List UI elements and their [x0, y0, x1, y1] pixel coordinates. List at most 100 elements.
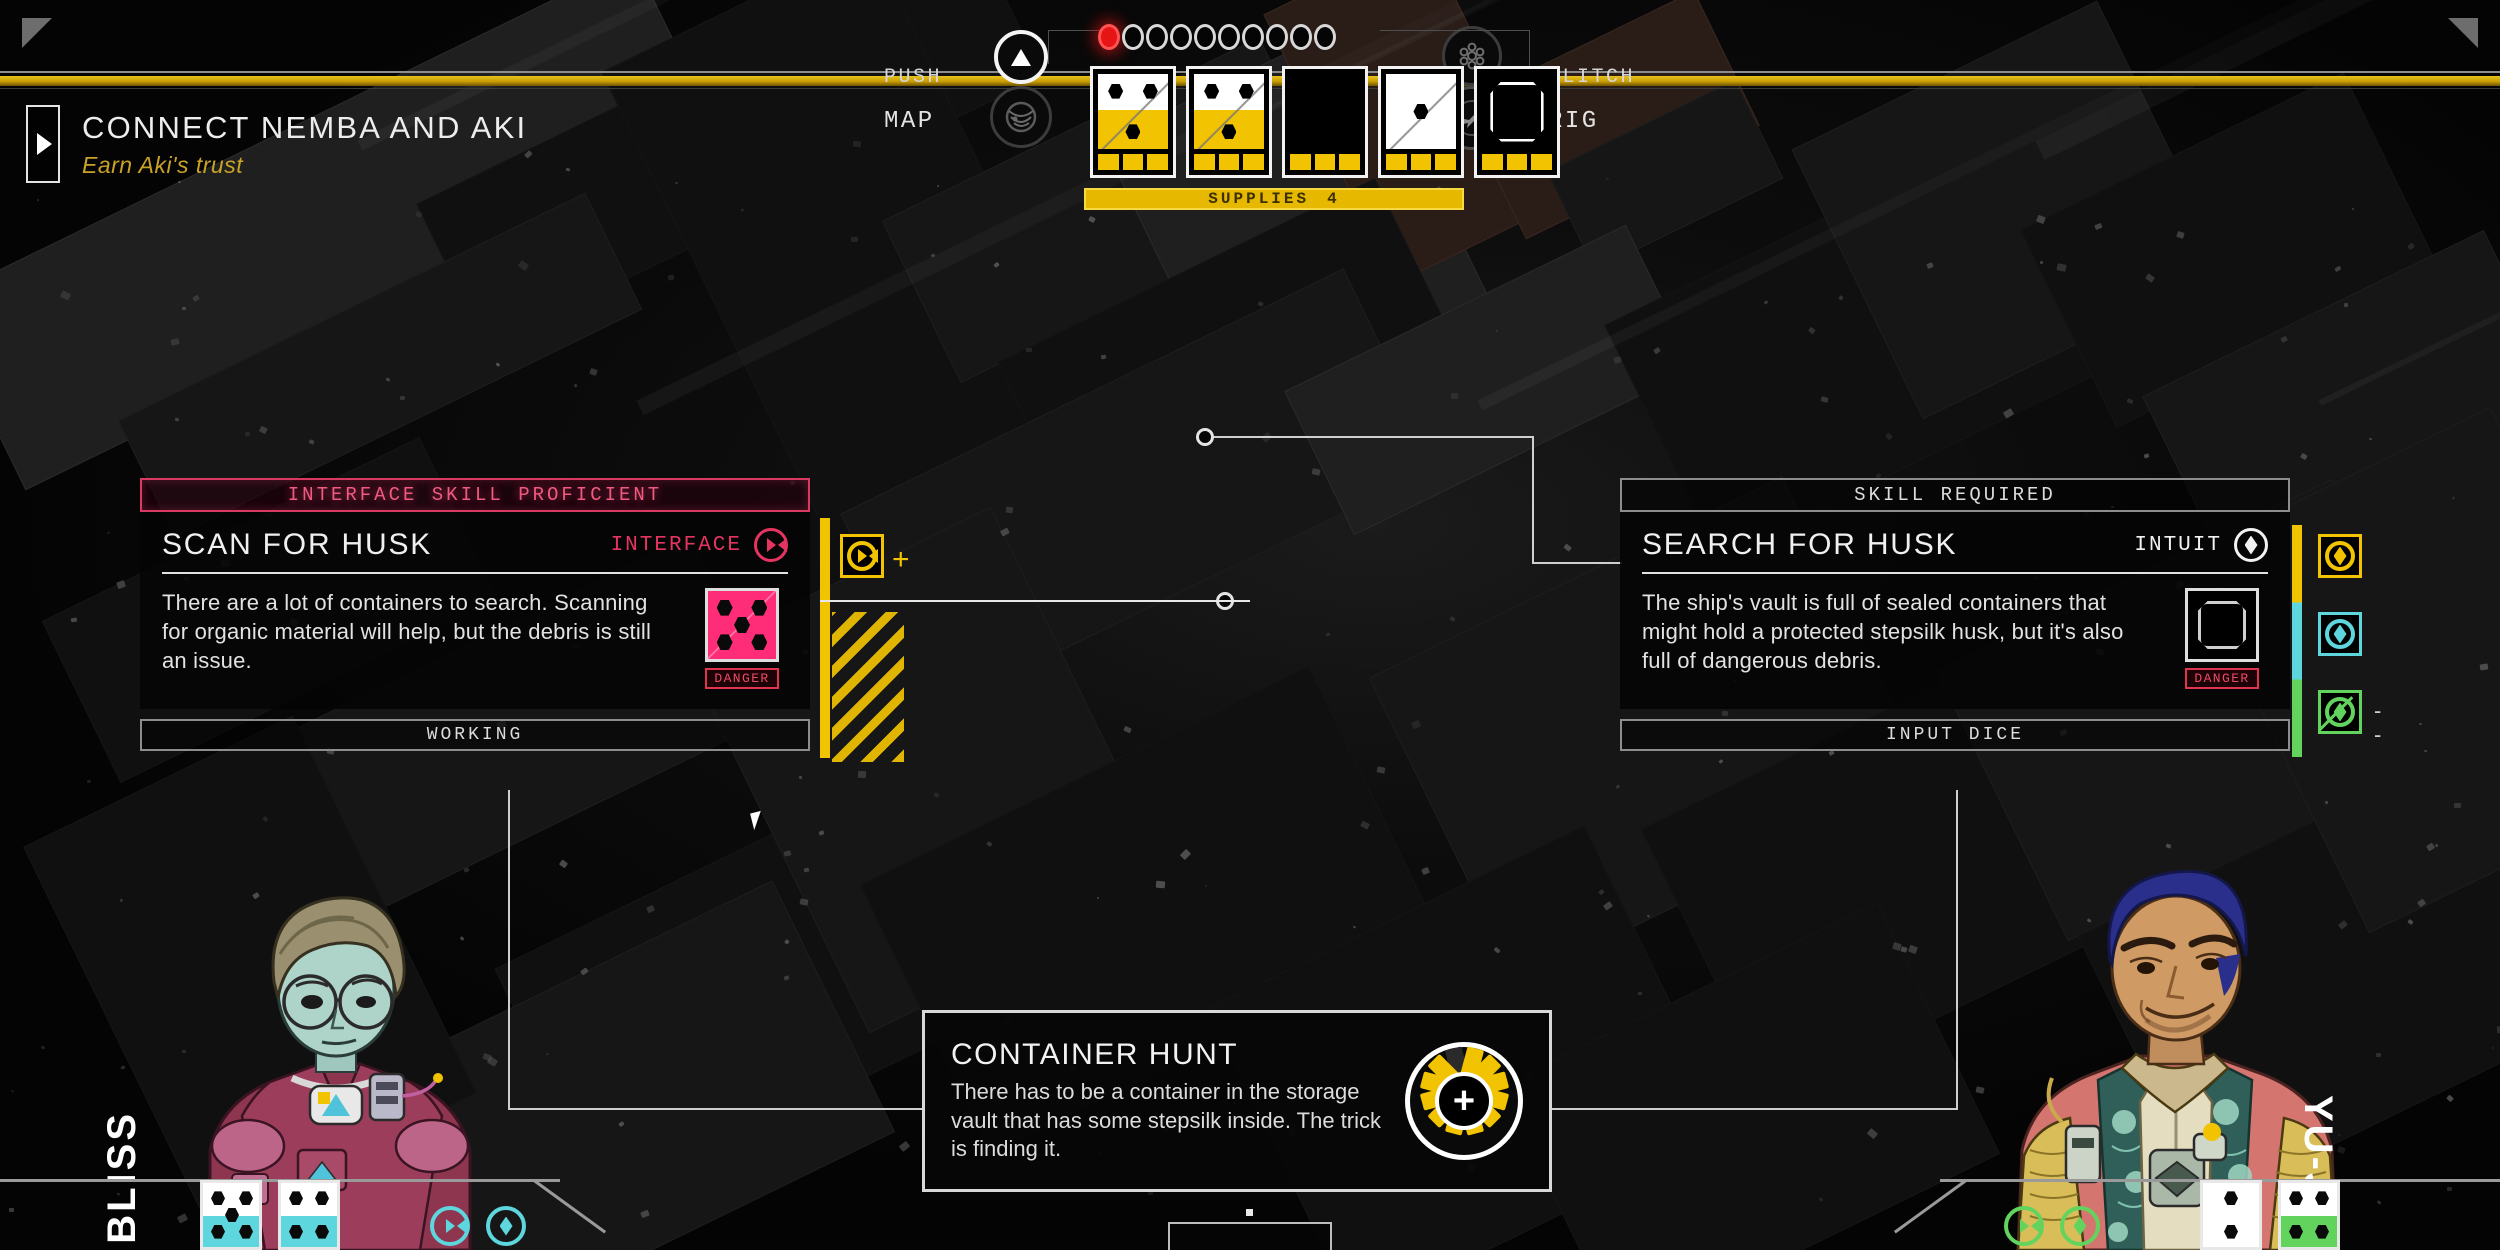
- action-rule-right: [1642, 572, 2268, 574]
- supply-card-bars: [1290, 154, 1361, 170]
- action-skill-label-right: INTUIT: [2134, 533, 2222, 557]
- interface-skill-icon[interactable]: [2004, 1206, 2044, 1246]
- action-description-right: The ship's vault is full of sealed conta…: [1642, 590, 2124, 674]
- interface-glyph: [445, 1219, 466, 1233]
- intuit-slot-glyph-cyan: [2333, 624, 2347, 644]
- progress-node[interactable]: [1194, 24, 1216, 50]
- intuit-slot-icon-yellow[interactable]: [2318, 534, 2362, 578]
- objective-play-button[interactable]: [26, 105, 60, 183]
- top-hud-cluster: PUSH MAP GLITCH RIG SUPPLIES 4: [880, 8, 1633, 223]
- player-die[interactable]: [2278, 1180, 2340, 1250]
- die-pip: [2289, 1191, 2303, 1206]
- supply-card[interactable]: [1474, 66, 1560, 178]
- action-banner-right: SKILL REQUIRED: [1620, 478, 2290, 512]
- hunt-link-right-h: [1550, 1108, 1958, 1110]
- action-outcome-right: DANGER: [2176, 588, 2268, 689]
- map-globe-icon[interactable]: [990, 86, 1052, 148]
- objective-panel[interactable]: CONNECT NEMBA AND AKI Earn Aki's trust: [26, 105, 527, 183]
- progress-track[interactable]: [1098, 24, 1336, 50]
- action-card-scan-for-husk[interactable]: INTERFACE SKILL PROFICIENT SCAN FOR HUSK…: [140, 478, 810, 751]
- intuit-skill-icon[interactable]: [486, 1206, 526, 1246]
- interface-skill-icon[interactable]: [430, 1206, 470, 1246]
- supplies-bar: SUPPLIES 4: [1084, 188, 1464, 210]
- background-speck: [1637, 991, 1642, 995]
- supply-bar-segment: [1386, 154, 1407, 170]
- supply-card-row[interactable]: [1090, 66, 1560, 178]
- supply-card-bars: [1194, 154, 1265, 170]
- skill-icon-row-left[interactable]: [430, 1206, 526, 1246]
- container-hunt-panel[interactable]: CONTAINER HUNT There has to be a contain…: [922, 1010, 1552, 1192]
- supply-card-face-die: [1386, 74, 1456, 149]
- action-body-left: SCAN FOR HUSK INTERFACE There are a lot …: [140, 512, 810, 709]
- skill-icon-row-right[interactable]: [2004, 1206, 2100, 1246]
- player-die[interactable]: [200, 1180, 262, 1250]
- die-pip: [289, 1191, 303, 1206]
- player-die[interactable]: [2200, 1180, 2262, 1250]
- hud-label-push: PUSH: [884, 66, 943, 89]
- progress-node[interactable]: [1242, 24, 1264, 50]
- container-blob-icon: [1490, 81, 1544, 142]
- intuit-slot-ring-cyan: [2325, 619, 2355, 649]
- connector-line-upper-tail: [1532, 562, 1622, 564]
- intuit-slot-blocked-icon[interactable]: [2318, 690, 2362, 734]
- progress-node[interactable]: [1146, 24, 1168, 50]
- bottom-stub-indicator: [1246, 1209, 1253, 1216]
- corner-marker-top-left: [22, 18, 52, 48]
- dice-tray-left[interactable]: [200, 1180, 340, 1250]
- supply-bar-segment: [1290, 154, 1311, 170]
- game-screen: CONNECT NEMBA AND AKI Earn Aki's trust P…: [0, 0, 2500, 1250]
- background-speck: [1005, 506, 1014, 513]
- hunt-title: CONTAINER HUNT: [951, 1038, 1239, 1072]
- die-pip: [2224, 1224, 2238, 1239]
- connector-node-upper[interactable]: [1196, 428, 1214, 446]
- supply-card-bars: [1386, 154, 1457, 170]
- progress-node[interactable]: [1266, 24, 1288, 50]
- progress-node[interactable]: [1314, 24, 1336, 50]
- interface-badge-icon: [754, 528, 788, 562]
- supply-card[interactable]: [1090, 66, 1176, 178]
- intuit-slot-icon-cyan[interactable]: [2318, 612, 2362, 656]
- action-card-search-for-husk[interactable]: SKILL REQUIRED SEARCH FOR HUSK INTUIT Th…: [1620, 478, 2290, 751]
- action-footer-left[interactable]: WORKING: [140, 719, 810, 751]
- action-row-right: The ship's vault is full of sealed conta…: [1642, 588, 2268, 689]
- intuit-glyph: [2244, 535, 2258, 555]
- action-rule-left: [162, 572, 788, 574]
- action-banner-left: INTERFACE SKILL PROFICIENT: [140, 478, 810, 512]
- hunt-progress-wheel[interactable]: +: [1405, 1042, 1523, 1160]
- action-footer-right[interactable]: INPUT DICE: [1620, 719, 2290, 751]
- intuit-badge-icon: [2234, 528, 2268, 562]
- die-pip: [2224, 1191, 2238, 1206]
- background-speck: [2419, 722, 2423, 725]
- supply-bar-segment: [1435, 154, 1457, 170]
- interface-glyph: [766, 538, 787, 552]
- supply-card[interactable]: [1282, 66, 1368, 178]
- dice-tray-right[interactable]: [2200, 1180, 2340, 1250]
- action-skill-right: INTUIT: [2134, 528, 2268, 562]
- progress-node[interactable]: [1122, 24, 1144, 50]
- supply-card[interactable]: [1186, 66, 1272, 178]
- danger-tag-right: DANGER: [2185, 668, 2259, 689]
- die-pip: [2315, 1191, 2329, 1206]
- vault-cog-glyph: [2198, 601, 2246, 649]
- push-triangle-icon[interactable]: [994, 30, 1048, 84]
- supply-card[interactable]: [1378, 66, 1464, 178]
- progress-node[interactable]: [1170, 24, 1192, 50]
- objective-subtitle: Earn Aki's trust: [82, 151, 244, 178]
- progress-node[interactable]: [1218, 24, 1240, 50]
- supply-card-face-die: [1194, 74, 1264, 149]
- supplies-value: 4: [1327, 190, 1340, 208]
- supply-card-face-container: [1482, 74, 1552, 149]
- action-rail-right: [2292, 525, 2302, 757]
- progress-node[interactable]: [1290, 24, 1312, 50]
- interface-slot-icon[interactable]: [840, 534, 884, 578]
- player-die[interactable]: [278, 1180, 340, 1250]
- intuit-skill-icon[interactable]: [2060, 1206, 2100, 1246]
- progress-node[interactable]: [1098, 24, 1120, 50]
- background-speck: [857, 770, 867, 778]
- supply-bar-segment: [1482, 154, 1503, 170]
- intuit-glyph: [499, 1216, 513, 1236]
- background-speck: [818, 829, 824, 835]
- plus-icon[interactable]: +: [1435, 1072, 1493, 1130]
- bottom-center-stub-panel[interactable]: [1168, 1222, 1332, 1250]
- character-name-bliss: BLISS: [100, 1111, 144, 1244]
